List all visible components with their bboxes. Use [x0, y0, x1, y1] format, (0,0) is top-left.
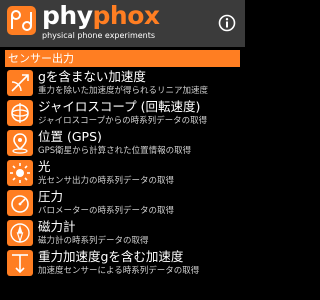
brand-name-phy: phy [42, 1, 93, 30]
list-item-magnetometer[interactable]: 磁力計 磁力計の時系列データの取得 [5, 219, 240, 249]
location-icon [7, 130, 33, 156]
list-item-acceleration-with-g[interactable]: 重力加速度gを含む加速度 加速度センサーによる時系列データの取得 [5, 249, 240, 279]
light-icon [7, 160, 33, 186]
item-description: 磁力計の時系列データの取得 [38, 236, 149, 246]
app-window: phyphox physical phone experiments センサー出… [0, 0, 245, 300]
phyphox-logo-icon [7, 6, 36, 35]
info-icon[interactable] [218, 14, 236, 32]
linear-acceleration-icon [7, 70, 33, 96]
brand: phyphox physical phone experiments [42, 2, 192, 44]
item-title: 圧力 [38, 189, 64, 204]
brand-subtitle: physical phone experiments [42, 31, 156, 40]
section-header: センサー出力 [5, 50, 240, 67]
item-description: 重力を除いた加速度が得られるリニア加速度 [38, 86, 209, 96]
item-description: GPS衛星から計算された位置情報の取得 [38, 146, 192, 156]
magnetometer-icon [7, 220, 33, 246]
app-header: phyphox physical phone experiments [0, 0, 245, 47]
list-item-gyroscope[interactable]: ジャイロスコープ (回転速度) ジャイロスコープからの時系列データの取得 [5, 99, 240, 129]
brand-name-phox: phox [92, 1, 161, 30]
brand-name: phyphox [42, 2, 160, 30]
item-description: 光センサ出力の時系列データの取得 [38, 176, 175, 186]
acceleration-with-g-icon [7, 250, 33, 276]
item-title: 重力加速度gを含む加速度 [38, 249, 184, 264]
pressure-icon [7, 190, 33, 216]
section-title: センサー出力 [8, 52, 74, 65]
item-description: ジャイロスコープからの時系列データの取得 [38, 116, 208, 126]
list-item-pressure[interactable]: 圧力 バロメーターの時系列データの取得 [5, 189, 240, 219]
list-item-light[interactable]: 光 光センサ出力の時系列データの取得 [5, 159, 240, 189]
item-description: バロメーターの時系列データの取得 [38, 206, 175, 216]
item-title: 光 [38, 159, 51, 174]
item-title: 位置 (GPS) [38, 129, 102, 144]
gyroscope-icon [7, 100, 33, 126]
item-title: gを含まない加速度 [38, 69, 146, 84]
item-description: 加速度センサーによる時系列データの取得 [38, 266, 200, 276]
list-item-location[interactable]: 位置 (GPS) GPS衛星から計算された位置情報の取得 [5, 129, 240, 159]
item-title: ジャイロスコープ (回転速度) [38, 99, 201, 114]
list-item-linear-acceleration[interactable]: gを含まない加速度 重力を除いた加速度が得られるリニア加速度 [5, 69, 240, 99]
item-title: 磁力計 [38, 219, 76, 234]
